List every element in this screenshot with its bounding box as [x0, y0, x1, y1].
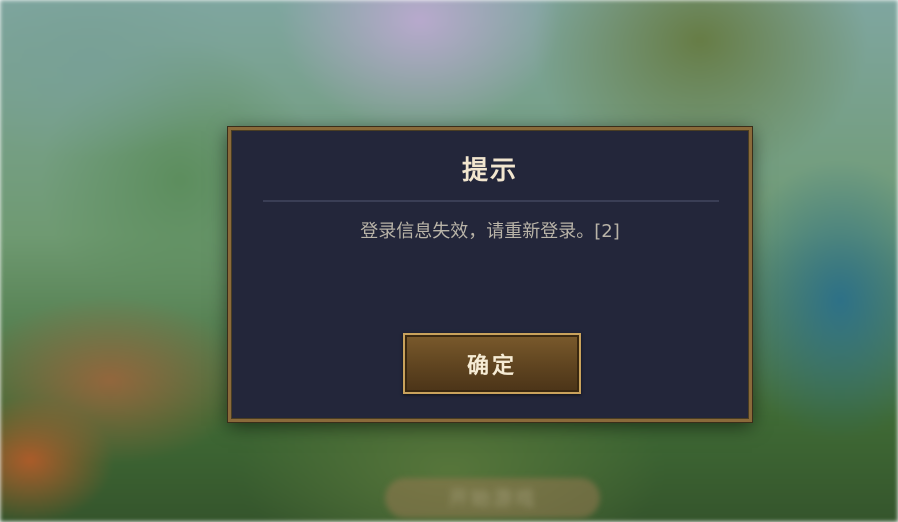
start-game-button: 开始游戏: [385, 478, 600, 518]
dialog-title: 提示: [461, 156, 518, 186]
confirm-button[interactable]: 确定: [403, 333, 581, 394]
dialog-divider: [263, 200, 719, 202]
start-game-button-label: 开始游戏: [448, 486, 537, 510]
dialog-message: 登录信息失效，请重新登录。[2]: [360, 221, 620, 242]
confirm-button-label: 确定: [466, 353, 517, 379]
alert-dialog: 提示 登录信息失效，请重新登录。[2] 确定: [228, 127, 752, 422]
